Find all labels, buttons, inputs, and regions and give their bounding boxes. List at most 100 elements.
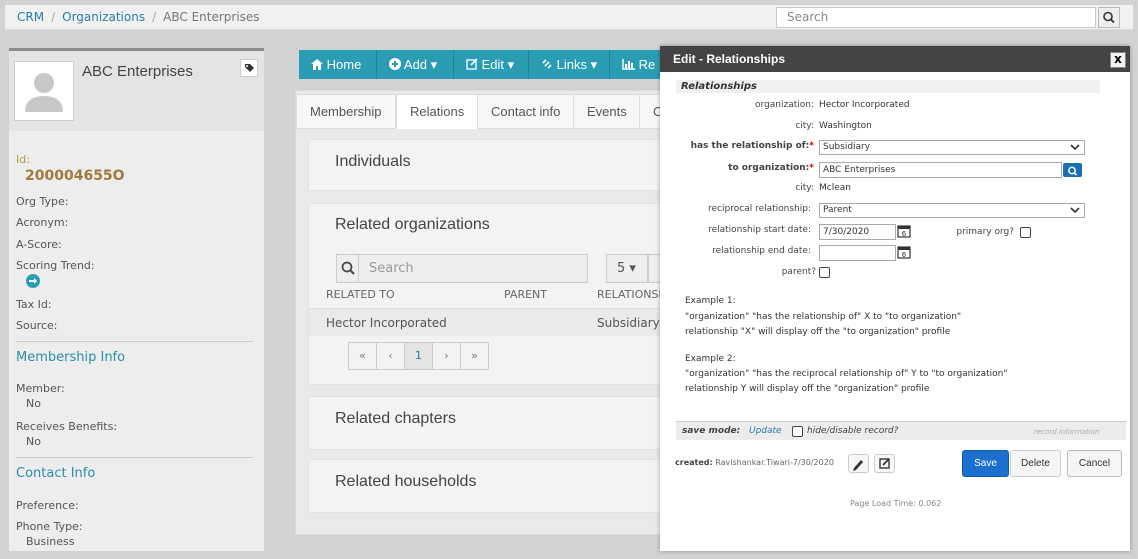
required-marker: * <box>809 141 814 151</box>
page-size-value: 5 <box>617 261 626 276</box>
tab-relations[interactable]: Relations <box>396 94 479 129</box>
city-value: Washington <box>819 121 872 131</box>
pager-next[interactable]: › <box>432 342 461 370</box>
column-header-related-to[interactable]: RELATED TO <box>326 288 395 301</box>
top-search-input[interactable]: Search <box>776 7 1096 28</box>
tag-button[interactable] <box>240 59 258 77</box>
breadcrumb-crm[interactable]: CRM <box>17 10 44 24</box>
primary-org-checkbox[interactable] <box>1020 227 1031 238</box>
related-households-title[interactable]: Related households <box>335 473 476 491</box>
search-icon <box>337 255 359 282</box>
has-relationship-value: Subsidiary <box>823 142 871 152</box>
calendar-icon[interactable]: 6 <box>897 224 911 238</box>
related-organizations-title[interactable]: Related organizations <box>335 216 490 234</box>
save-button[interactable]: Save <box>962 450 1009 477</box>
edit-icon <box>466 58 478 70</box>
breadcrumb-organizations[interactable]: Organizations <box>62 10 145 24</box>
links-button[interactable]: Links ▾ <box>529 50 610 79</box>
related-search-input[interactable]: Search <box>336 254 588 283</box>
home-label: Home <box>326 57 362 72</box>
created-value: Ravishankar.Tiwari-7/30/2020 <box>715 458 834 467</box>
tax-id-label: Tax Id: <box>16 298 52 311</box>
example1-line1: "organization" "has the relationship of"… <box>685 312 962 322</box>
link-icon <box>542 59 552 69</box>
cell-related-to: Hector Incorporated <box>326 316 447 330</box>
page-size-select[interactable]: 5 ▾ <box>606 254 648 283</box>
plus-circle-icon <box>389 58 401 70</box>
related-organizations-card: Related organizations Search 5 ▾ RELATED… <box>308 203 669 385</box>
pagination: « ‹ 1 › » <box>348 342 489 370</box>
has-relationship-select[interactable]: Subsidiary <box>819 140 1085 155</box>
parent-label: parent? <box>781 267 816 277</box>
end-date-input[interactable] <box>819 245 896 261</box>
id-label: Id: <box>16 153 30 166</box>
organization-label: organization: <box>755 100 814 110</box>
breadcrumb: CRM / Organizations / ABC Enterprises <box>17 10 260 24</box>
cancel-button[interactable]: Cancel <box>1067 450 1122 477</box>
org-type-label: Org Type: <box>16 195 69 208</box>
acronym-label: Acronym: <box>16 216 69 229</box>
city2-label: city: <box>795 183 814 193</box>
related-chapters-title[interactable]: Related chapters <box>335 410 456 428</box>
breadcrumb-separator: / <box>51 10 56 24</box>
column-header-parent[interactable]: PARENT <box>504 288 547 301</box>
pager-first[interactable]: « <box>348 342 377 370</box>
close-button[interactable]: x <box>1110 52 1126 68</box>
chevron-down-icon <box>1070 207 1080 214</box>
chevron-down-icon <box>1070 144 1080 151</box>
tab-membership[interactable]: Membership <box>296 94 396 129</box>
tag-icon <box>245 64 254 72</box>
column-header-relationship[interactable]: RELATIONSH <box>597 288 667 301</box>
profile-header: ABC Enterprises <box>9 51 264 131</box>
pencil-icon <box>853 460 863 471</box>
hide-record-label: hide/disable record? <box>807 426 899 436</box>
save-mode-label: save mode: <box>682 426 741 436</box>
edit-creator-button[interactable] <box>848 454 869 473</box>
example1-line2: relationship "X" will display off the "t… <box>685 327 951 337</box>
edit-button[interactable]: Edit ▾ <box>454 50 529 79</box>
created-label: created: <box>675 458 713 467</box>
delete-button[interactable]: Delete <box>1010 450 1061 477</box>
scoring-trend-label: Scoring Trend: <box>16 259 95 272</box>
hide-record-checkbox[interactable] <box>792 426 803 437</box>
trend-arrow-icon <box>25 273 41 292</box>
to-organization-input[interactable]: ABC Enterprises <box>819 162 1062 178</box>
pager-prev[interactable]: ‹ <box>376 342 405 370</box>
membership-info-heading[interactable]: Membership Info <box>16 350 125 365</box>
home-button[interactable]: Home <box>299 50 377 79</box>
member-value: No <box>26 397 41 410</box>
member-label: Member: <box>16 382 65 395</box>
pager-last[interactable]: » <box>460 342 489 370</box>
table-row[interactable]: Hector Incorporated Subsidiary <box>309 308 669 336</box>
primary-org-label: primary org? <box>956 227 1014 237</box>
dialog-title: Edit - Relationships <box>660 46 1130 72</box>
divider <box>16 341 253 342</box>
phone-type-label: Phone Type: <box>16 520 83 533</box>
section-title: Relationships <box>681 81 757 92</box>
add-button[interactable]: Add ▾ <box>377 50 454 79</box>
tab-events[interactable]: Events <box>573 94 641 129</box>
lookup-button[interactable] <box>1063 163 1082 177</box>
save-mode-value[interactable]: Update <box>749 426 782 436</box>
parent-checkbox[interactable] <box>819 267 830 278</box>
search-placeholder: Search <box>369 261 414 276</box>
end-date-label: relationship end date: <box>712 246 811 256</box>
phone-type-value: Business <box>26 535 75 548</box>
add-label: Add <box>403 57 428 72</box>
individuals-card: Individuals <box>308 139 668 191</box>
reciprocal-select[interactable]: Parent <box>819 203 1085 218</box>
edit-record-button[interactable] <box>874 454 895 473</box>
record-information-link[interactable]: record information <box>1034 428 1099 436</box>
divider <box>16 457 253 458</box>
tab-contact-info[interactable]: Contact info <box>477 94 575 129</box>
example1-title: Example 1: <box>685 296 736 306</box>
start-date-input[interactable]: 7/30/2020 <box>819 224 896 240</box>
contact-info-heading[interactable]: Contact Info <box>16 466 95 481</box>
top-search-button[interactable] <box>1098 7 1120 28</box>
to-organization-label: to organization:* <box>672 163 814 173</box>
individuals-title[interactable]: Individuals <box>335 153 411 171</box>
pager-page-1[interactable]: 1 <box>404 342 433 370</box>
avatar <box>14 61 74 121</box>
calendar-icon[interactable]: 6 <box>897 245 911 259</box>
svg-text:6: 6 <box>902 230 907 238</box>
